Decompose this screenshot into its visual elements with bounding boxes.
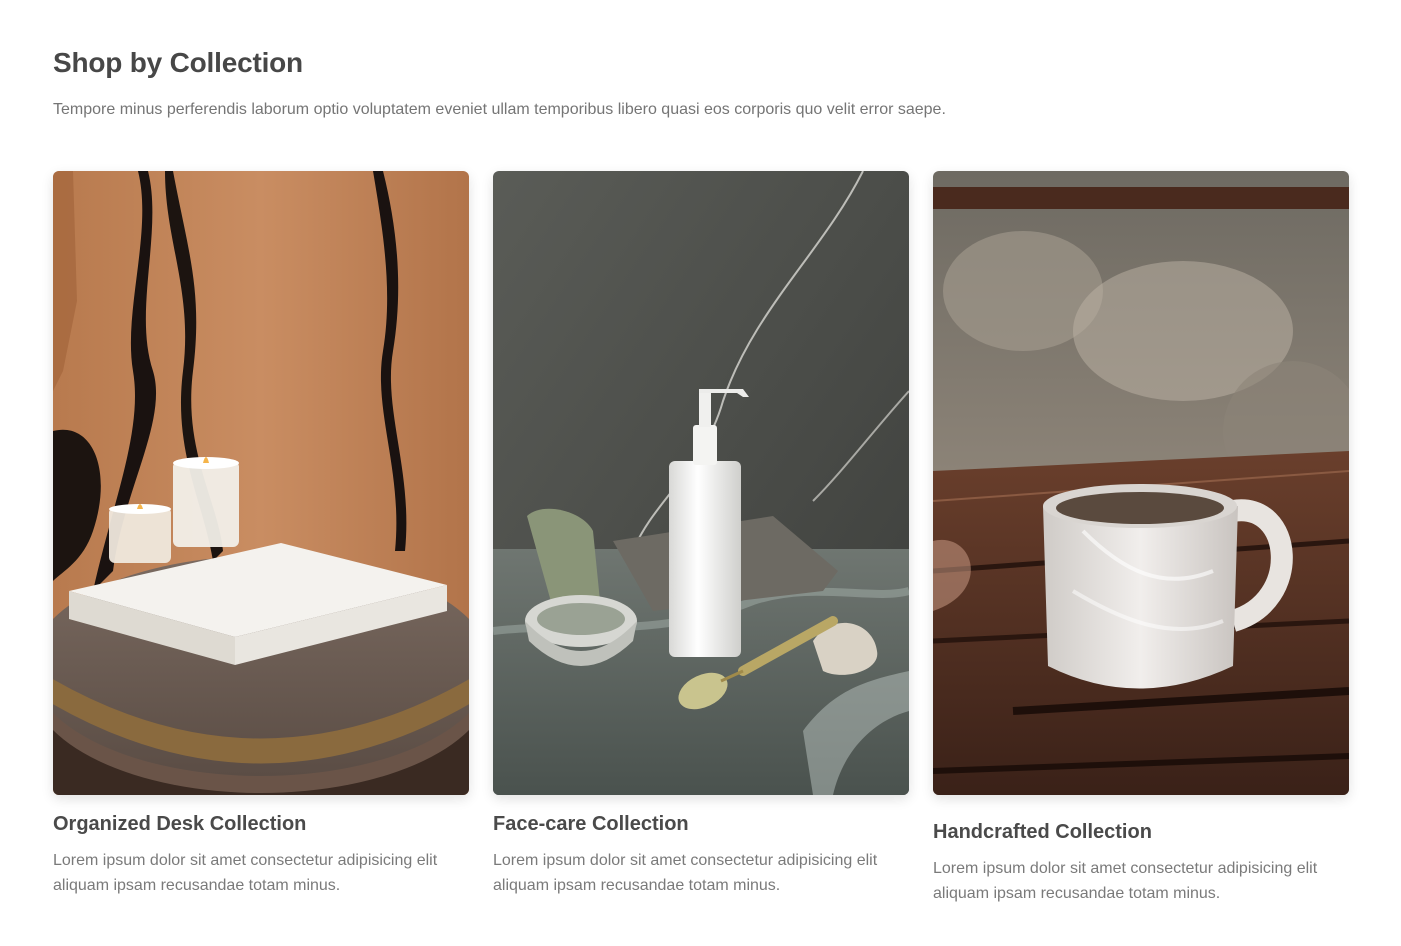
section-subtitle: Tempore minus perferendis laborum optio … xyxy=(53,101,946,118)
collection-title[interactable]: Organized Desk Collection xyxy=(53,813,469,836)
ceramic-mug-photo[interactable] xyxy=(933,171,1349,795)
collection-title[interactable]: Handcrafted Collection xyxy=(933,821,1349,844)
skincare-bottle-roller-photo[interactable] xyxy=(493,171,909,795)
collection-card-organized-desk[interactable]: Organized Desk Collection Lorem ipsum do… xyxy=(53,171,469,898)
section-title: Shop by Collection xyxy=(53,47,303,78)
collection-title[interactable]: Face-care Collection xyxy=(493,813,909,836)
desk-candles-book-photo[interactable] xyxy=(53,171,469,795)
collection-card-handcrafted[interactable]: Handcrafted Collection Lorem ipsum dolor… xyxy=(933,171,1349,906)
collection-description: Lorem ipsum dolor sit amet consectetur a… xyxy=(53,852,438,894)
collection-description: Lorem ipsum dolor sit amet consectetur a… xyxy=(933,860,1318,902)
collection-card-face-care[interactable]: Face-care Collection Lorem ipsum dolor s… xyxy=(493,171,909,898)
collection-description: Lorem ipsum dolor sit amet consectetur a… xyxy=(493,852,878,894)
